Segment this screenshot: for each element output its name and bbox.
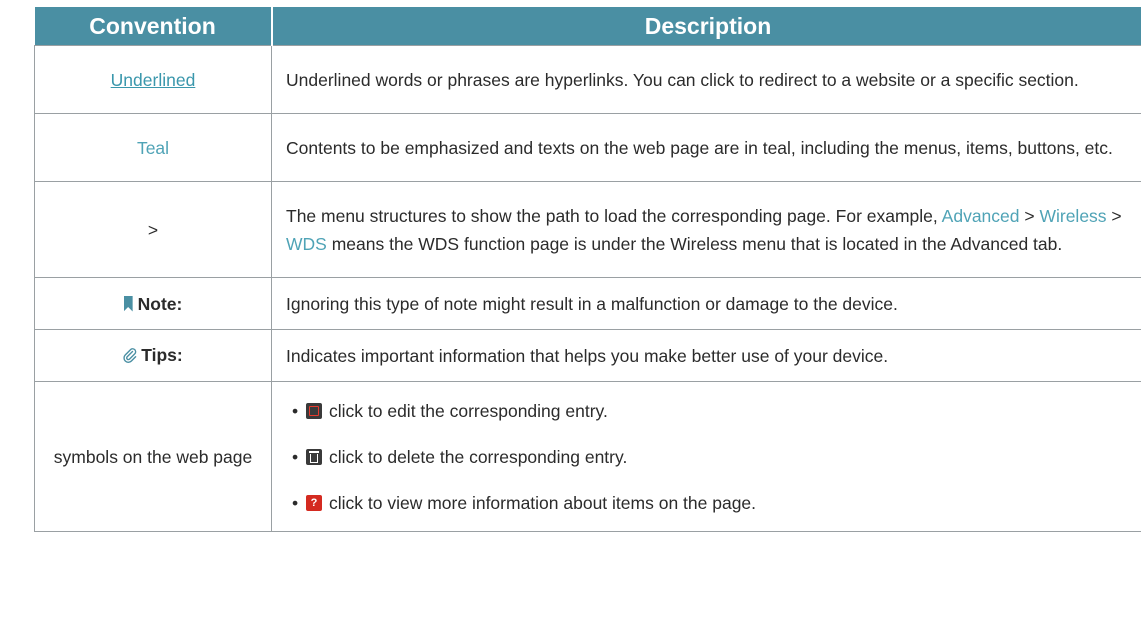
description-cell: Indicates important information that hel… xyxy=(271,329,1141,382)
convention-cell: Tips: xyxy=(34,329,272,382)
conventions-table: Convention Description Underlined Underl… xyxy=(34,7,1141,532)
table-row: Underlined Underlined words or phrases a… xyxy=(34,45,1141,114)
help-icon[interactable]: ? xyxy=(306,494,322,511)
symbol-text: click to view more information about ite… xyxy=(329,492,757,513)
symbol-text: click to edit the corresponding entry. xyxy=(329,400,608,421)
header-convention: Convention xyxy=(34,7,273,46)
convention-cell: Note: xyxy=(34,277,272,330)
header-description: Description xyxy=(271,7,1141,46)
description-cell: Ignoring this type of note might result … xyxy=(271,277,1141,330)
table-header-row: Convention Description xyxy=(34,7,1141,46)
description-text: The menu structures to show the path to … xyxy=(286,205,942,226)
path-separator: > xyxy=(1019,205,1040,226)
convention-cell: Teal xyxy=(34,113,272,182)
symbol-text: click to delete the corresponding entry. xyxy=(329,446,628,467)
underlined-link[interactable]: Underlined xyxy=(111,70,196,90)
list-item: • click to edit the corresponding entry. xyxy=(272,388,1131,434)
description-cell: • click to edit the corresponding entry.… xyxy=(271,381,1141,532)
note-label: Note: xyxy=(137,293,183,314)
table-row: Teal Contents to be emphasized and texts… xyxy=(34,113,1141,182)
menu-path-wireless: Wireless xyxy=(1039,205,1107,226)
convention-cell: > xyxy=(34,181,272,278)
description-cell: Underlined words or phrases are hyperlin… xyxy=(271,45,1141,114)
tips-label: Tips: xyxy=(141,344,183,365)
convention-cell: symbols on the web page xyxy=(34,381,272,532)
table-row: Note: Ignoring this type of note might r… xyxy=(34,277,1141,330)
list-item: • ? click to view more information about… xyxy=(272,480,1131,526)
description-cell: Contents to be emphasized and texts on t… xyxy=(271,113,1141,182)
table-row: Tips: Indicates important information th… xyxy=(34,329,1141,382)
list-item: • click to delete the corresponding entr… xyxy=(272,434,1131,480)
path-separator: > xyxy=(1106,205,1122,226)
menu-path-wds: WDS xyxy=(286,233,327,254)
table-row: > The menu structures to show the path t… xyxy=(34,181,1141,278)
symbol-list: • click to edit the corresponding entry.… xyxy=(272,388,1131,526)
table-row: symbols on the web page • click to edit … xyxy=(34,381,1141,532)
teal-label: Teal xyxy=(136,137,170,158)
edit-icon[interactable] xyxy=(306,402,322,419)
convention-cell: Underlined xyxy=(34,45,272,114)
description-text: means the WDS function page is under the… xyxy=(326,233,1063,254)
menu-path-advanced: Advanced xyxy=(941,205,1020,226)
trash-icon[interactable] xyxy=(306,448,322,465)
paperclip-icon xyxy=(123,343,137,371)
bookmark-icon xyxy=(123,295,133,312)
description-cell: The menu structures to show the path to … xyxy=(271,181,1141,278)
